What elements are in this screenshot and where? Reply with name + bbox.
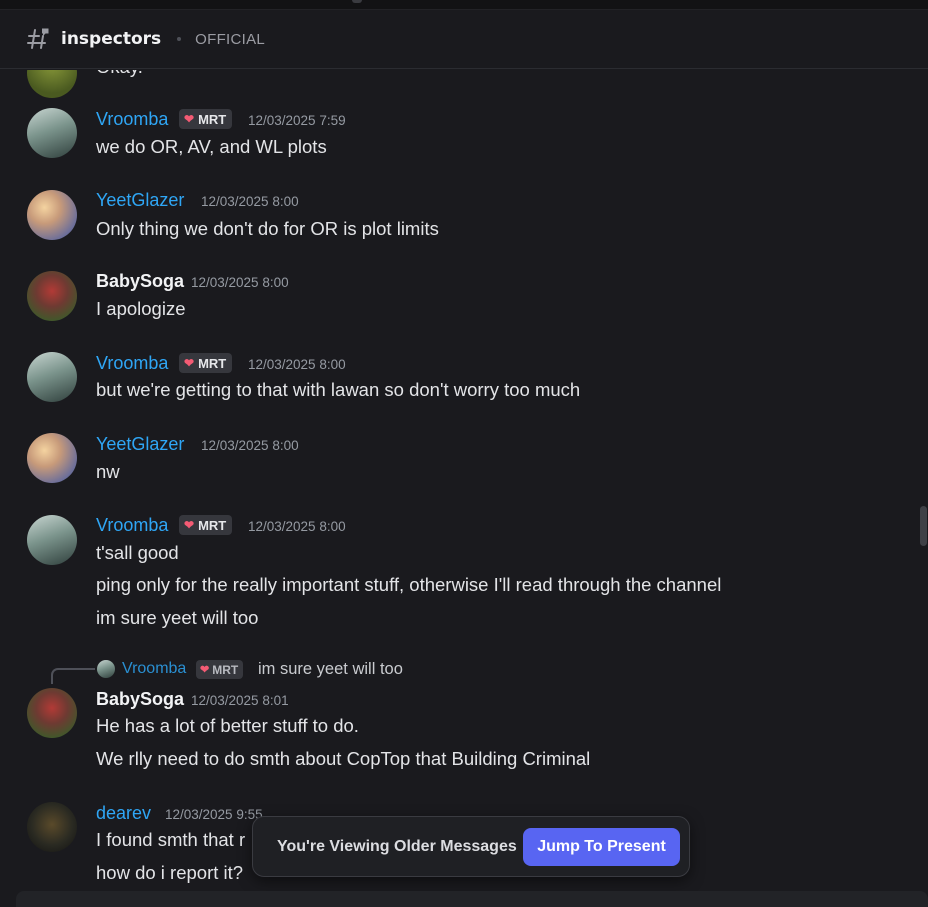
timestamp: 12/03/2025 8:01: [191, 693, 289, 708]
reply-role-tag[interactable]: ❤ MRT: [196, 660, 244, 679]
role-tag-label: MRT: [198, 355, 227, 371]
avatar[interactable]: [27, 688, 77, 738]
role-tag-label: MRT: [212, 662, 239, 677]
username[interactable]: Vroomba: [96, 352, 168, 374]
avatar[interactable]: [27, 802, 77, 852]
avatar[interactable]: [27, 433, 77, 483]
message-line: He has a lot of better stuff to do.: [96, 715, 359, 736]
avatar[interactable]: [27, 271, 77, 321]
message-line: how do i report it?: [96, 862, 244, 883]
message-list[interactable]: Okay. Vroomba ❤MRT 12/03/2025 7:59 we do…: [0, 70, 928, 907]
role-tag-label: MRT: [198, 111, 227, 127]
older-messages-bar: You're Viewing Older Messages Jump To Pr…: [252, 816, 690, 877]
message-line: but we're getting to that with lawan so …: [96, 379, 581, 400]
timestamp: 12/03/2025 8:00: [201, 438, 299, 453]
reply-preview[interactable]: im sure yeet will too: [258, 658, 403, 680]
avatar[interactable]: [27, 108, 77, 158]
heart-icon: ❤: [184, 112, 195, 126]
message-composer[interactable]: [16, 891, 928, 907]
top-handle: [352, 0, 362, 3]
reply-connector: [51, 668, 95, 684]
threads-hash-icon: [26, 27, 50, 51]
avatar[interactable]: [27, 70, 77, 98]
message-line: I apologize: [96, 298, 186, 319]
role-tag[interactable]: ❤ MRT: [179, 515, 233, 535]
channel-topic: OFFICIAL: [195, 30, 266, 48]
heart-icon: ❤: [184, 518, 195, 532]
message-line: Okay.: [96, 70, 143, 79]
timestamp: 12/03/2025 8:00: [248, 357, 346, 372]
message-line: We rlly need to do smth about CopTop tha…: [96, 748, 591, 769]
timestamp: 12/03/2025 8:00: [191, 275, 289, 290]
scrollbar[interactable]: [918, 70, 928, 907]
header-separator: [177, 37, 182, 41]
scrollbar-thumb[interactable]: [920, 506, 927, 546]
heart-icon: ❤: [184, 356, 195, 370]
timestamp: 12/03/2025 8:00: [201, 194, 299, 209]
avatar[interactable]: [27, 352, 77, 402]
username[interactable]: dearev: [96, 802, 151, 824]
jump-to-present-button[interactable]: Jump To Present: [523, 828, 680, 866]
avatar[interactable]: [27, 190, 77, 240]
timestamp: 12/03/2025 8:00: [248, 519, 346, 534]
reply-username[interactable]: Vroomba: [122, 658, 186, 680]
timestamp: 12/03/2025 7:59: [248, 113, 346, 128]
timestamp: 12/03/2025 9:55: [165, 807, 263, 822]
username[interactable]: BabySoga: [96, 270, 184, 292]
channel-header: inspectors OFFICIAL: [0, 10, 928, 69]
message-line: nw: [96, 461, 120, 482]
older-messages-label: You're Viewing Older Messages: [277, 837, 517, 855]
username[interactable]: YeetGlazer: [96, 433, 184, 455]
username[interactable]: Vroomba: [96, 514, 168, 536]
username[interactable]: BabySoga: [96, 688, 184, 710]
avatar[interactable]: [27, 515, 77, 565]
reply-avatar[interactable]: [97, 660, 115, 678]
role-tag[interactable]: ❤ MRT: [179, 353, 233, 373]
username[interactable]: YeetGlazer: [96, 189, 184, 211]
role-tag-label: MRT: [198, 517, 227, 533]
message-line: t'sall good: [96, 542, 179, 563]
message-line: Only thing we don't do for OR is plot li…: [96, 218, 439, 239]
role-tag[interactable]: ❤ MRT: [179, 109, 233, 129]
heart-icon: ❤: [200, 664, 210, 676]
channel-name: inspectors: [61, 29, 162, 49]
message-line: I found smth that r: [96, 829, 246, 850]
message-line: im sure yeet will too: [96, 607, 259, 628]
message-line: ping only for the really important stuff…: [96, 574, 722, 595]
username[interactable]: Vroomba: [96, 108, 168, 130]
window-top-strip: [0, 0, 928, 10]
message-line: we do OR, AV, and WL plots: [96, 136, 327, 157]
